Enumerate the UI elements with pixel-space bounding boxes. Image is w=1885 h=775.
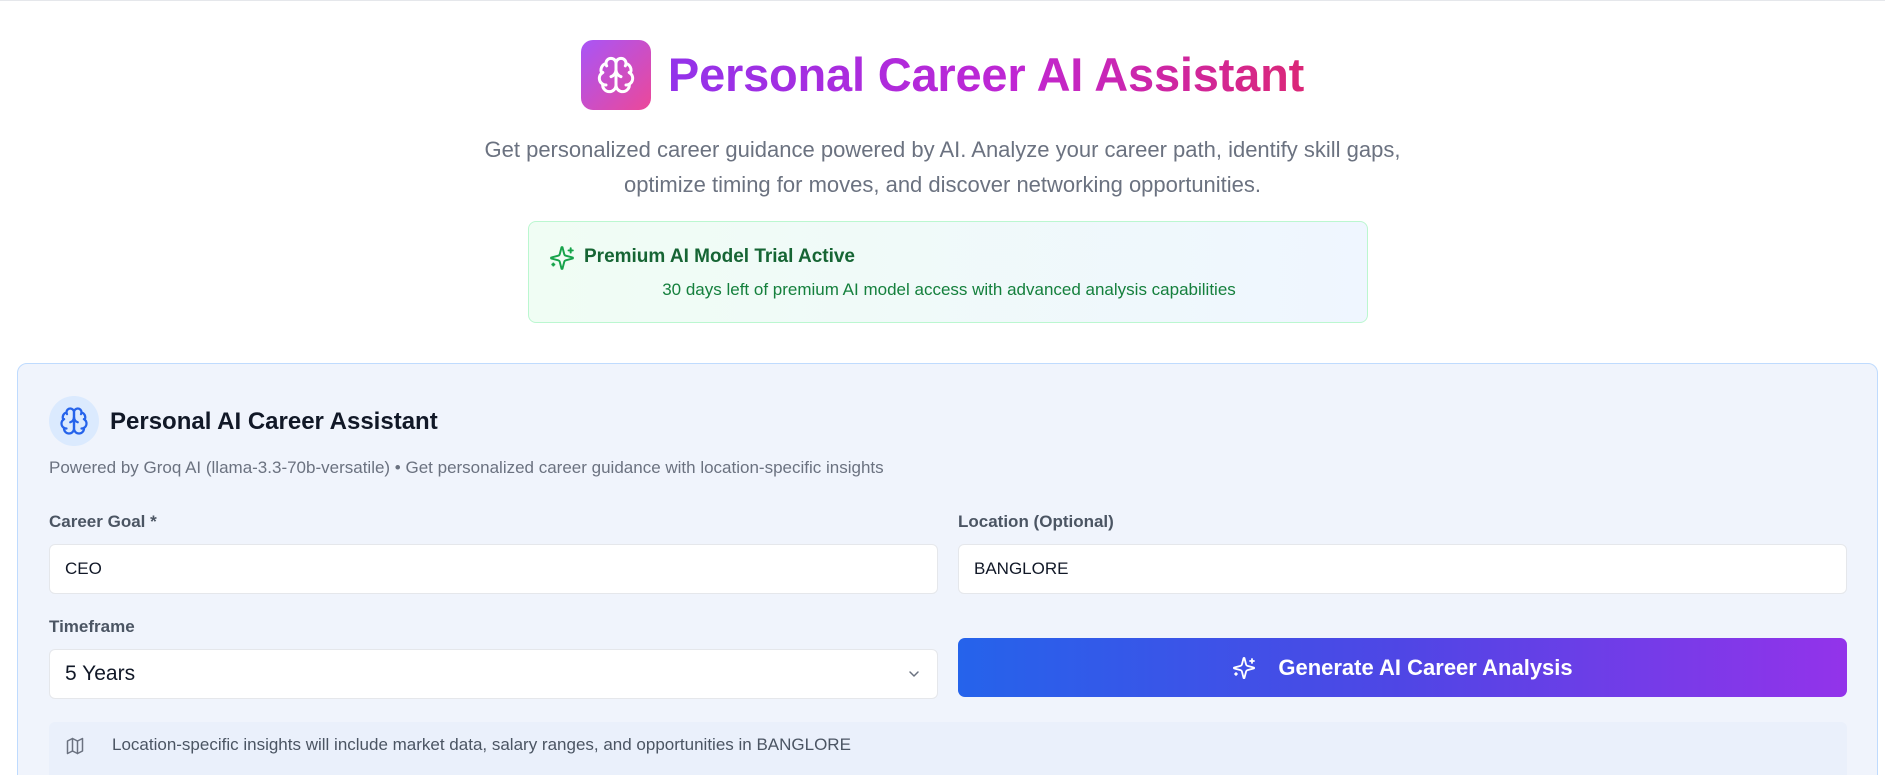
- timeframe-select[interactable]: 5 Years: [49, 649, 938, 699]
- trial-title: Premium AI Model Trial Active: [584, 246, 856, 267]
- sparkles-icon: [1233, 656, 1256, 679]
- career-goal-label: Career Goal *: [49, 512, 157, 531]
- brain-icon: [60, 407, 88, 435]
- brain-icon: [597, 56, 635, 94]
- sparkles-icon: [550, 246, 574, 270]
- subtitle-line-1: Get personalized career guidance powered…: [484, 137, 1401, 162]
- location-label: Location (Optional): [958, 512, 1114, 531]
- timeframe-label: Timeframe: [49, 617, 135, 636]
- page-subtitle: Get personalized career guidance powered…: [0, 132, 1885, 202]
- card-icon-badge: [49, 396, 99, 446]
- career-assistant-card: Personal AI Career Assistant Powered by …: [17, 363, 1878, 775]
- page-header: Personal Career AI Assistant: [0, 40, 1885, 110]
- chevron-down-icon: [909, 671, 919, 677]
- map-icon: [66, 737, 84, 755]
- location-insights-note: Location-specific insights will include …: [49, 722, 1847, 775]
- trial-description: 30 days left of premium AI model access …: [662, 280, 1236, 299]
- career-goal-input[interactable]: [49, 544, 938, 594]
- location-note-text: Location-specific insights will include …: [112, 735, 851, 754]
- generate-button-label: Generate AI Career Analysis: [1278, 654, 1573, 680]
- page-title: Personal Career AI Assistant: [668, 47, 1304, 103]
- card-description: Powered by Groq AI (llama-3.3-70b-versat…: [49, 458, 884, 477]
- timeframe-value: 5 Years: [65, 662, 136, 685]
- subtitle-line-2: optimize timing for moves, and discover …: [623, 172, 1262, 197]
- location-input[interactable]: [958, 544, 1847, 594]
- app-logo: [580, 40, 651, 110]
- top-divider: [0, 0, 1885, 1]
- card-title: Personal AI Career Assistant: [110, 408, 438, 435]
- trial-banner: Premium AI Model Trial Active 30 days le…: [528, 221, 1368, 323]
- generate-analysis-button[interactable]: Generate AI Career Analysis: [958, 638, 1847, 697]
